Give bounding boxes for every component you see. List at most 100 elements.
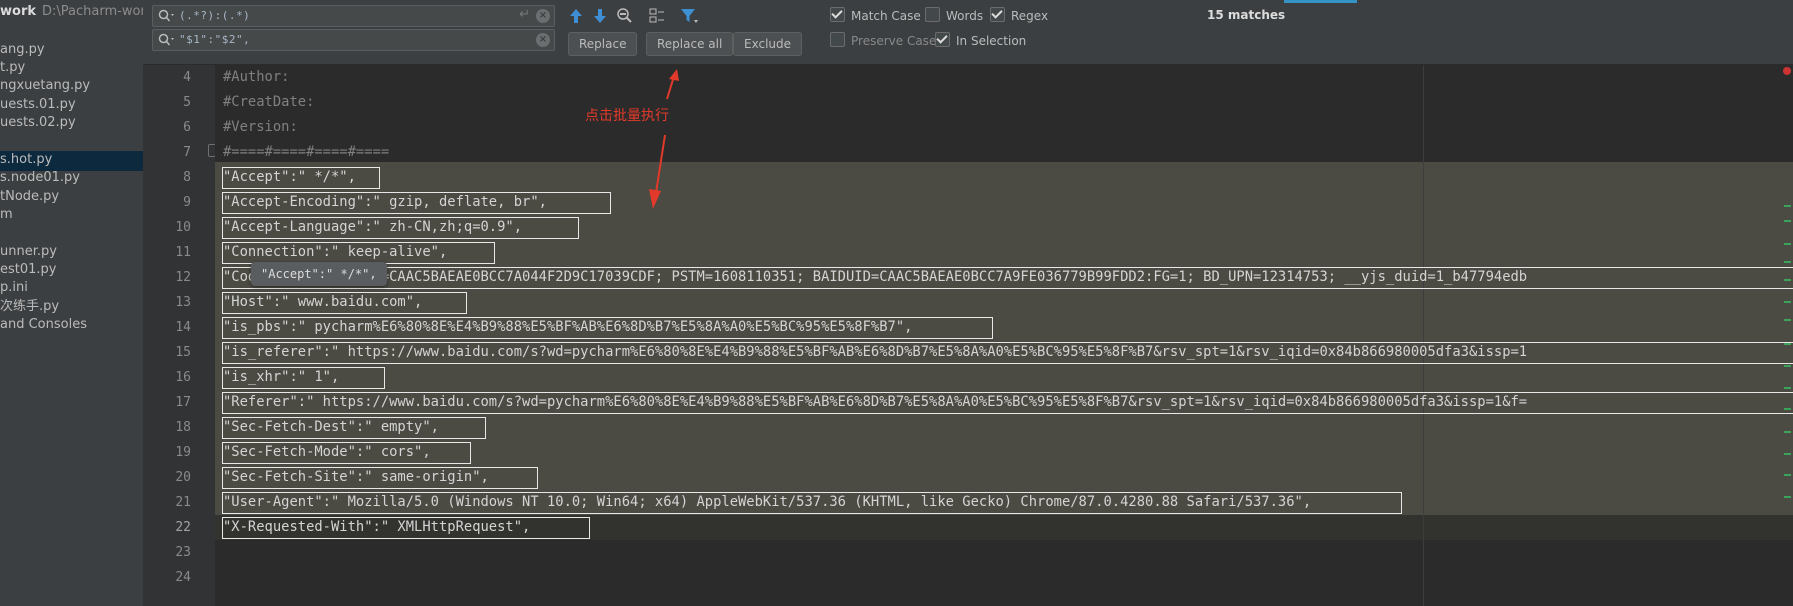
change-marker[interactable] <box>1784 431 1791 433</box>
code-line[interactable]: "Accept-Language":" zh-CN,zh;q=0.9", <box>223 215 522 240</box>
exclude-button[interactable]: Exclude <box>733 32 803 56</box>
code-editor[interactable]: #Author: #CreatDate: #Version: #====#===… <box>215 65 1793 606</box>
project-file[interactable]: unner.py <box>0 242 57 262</box>
code-line[interactable]: #Version: <box>223 115 298 140</box>
project-file[interactable]: t.py <box>0 58 25 78</box>
code-line[interactable]: "Sec-Fetch-Site":" same-origin", <box>223 465 489 490</box>
code-line[interactable]: #====#====#====#==== <box>223 140 389 165</box>
change-marker[interactable] <box>1784 496 1791 498</box>
code-line[interactable]: "Sec-Fetch-Mode":" cors", <box>223 440 431 465</box>
words-checkbox[interactable]: Words <box>925 7 983 25</box>
match-case-checkbox[interactable]: Match Case <box>830 7 921 25</box>
code-line[interactable]: "Referer":" https://www.baidu.com/s?wd=p… <box>223 390 1527 415</box>
project-file[interactable]: ngxuetang.py <box>0 76 90 96</box>
replace-options-icon[interactable] <box>158 33 176 47</box>
code-line[interactable]: "Accept":" */*", <box>223 165 356 190</box>
annotation-arrow-down-icon <box>649 134 666 209</box>
preserve-case-checkbox[interactable]: Preserve Case <box>830 32 936 50</box>
preserve-case-label: Preserve Case <box>851 34 937 48</box>
line-number: 16 <box>175 370 191 385</box>
line-number: 7 <box>183 145 191 160</box>
in-selection-checkbox[interactable]: In Selection <box>935 32 1026 50</box>
change-marker[interactable] <box>1784 343 1791 345</box>
clear-search-icon[interactable]: × <box>536 9 550 23</box>
replace-input[interactable]: "$1":"$2", <box>179 30 250 50</box>
change-marker[interactable] <box>1784 408 1791 410</box>
change-marker[interactable] <box>1784 474 1791 476</box>
code-line[interactable]: #Author: <box>223 65 289 90</box>
right-margin-guide <box>1423 65 1424 606</box>
line-number: 12 <box>175 270 191 285</box>
clear-replace-icon[interactable]: × <box>536 33 550 47</box>
previous-occurrence-icon[interactable] <box>566 6 586 26</box>
search-field[interactable]: (.*?):(.*) ↵ × <box>152 5 555 27</box>
project-panel: work D:\Pacharm-work ang.py t.py ngxuetan… <box>0 0 143 606</box>
next-occurrence-icon[interactable] <box>590 6 610 26</box>
error-stripe[interactable] <box>1783 65 1793 606</box>
code-line[interactable]: "is_pbs":" pycharm%E6%80%8E%E4%B9%88%E5%… <box>223 315 912 340</box>
in-selection-label: In Selection <box>956 34 1027 48</box>
project-file[interactable]: ang.py <box>0 40 45 60</box>
line-number: 18 <box>175 420 191 435</box>
search-options-icon[interactable] <box>158 9 176 23</box>
change-marker[interactable] <box>1784 453 1791 455</box>
line-number: 23 <box>175 545 191 560</box>
line-number: 8 <box>183 170 191 185</box>
code-line[interactable]: "Cookie":" BIDUPSID=CAAC5BAEAE0BCC7A044F… <box>223 265 1527 290</box>
change-marker[interactable] <box>1784 220 1791 222</box>
checkbox-unchecked-icon <box>925 7 940 22</box>
line-number-gutter[interactable]: 4 5 6 7 8 9 10 11 12 13 14 15 16 17 18 1… <box>143 65 219 606</box>
change-marker[interactable] <box>1784 365 1791 367</box>
line-number: 14 <box>175 320 191 335</box>
line-number: 9 <box>183 195 191 210</box>
code-line[interactable]: "is_referer":" https://www.baidu.com/s?w… <box>223 340 1527 365</box>
line-number: 15 <box>175 345 191 360</box>
code-line[interactable]: "User-Agent":" Mozilla/5.0 (Windows NT 1… <box>223 490 1311 515</box>
active-tab-indicator <box>1284 0 1357 3</box>
error-indicator-icon[interactable] <box>1783 67 1791 75</box>
project-file[interactable]: s.hot.py <box>0 150 52 170</box>
replace-field[interactable]: "$1":"$2", × <box>152 29 555 51</box>
checkbox-checked-icon <box>935 32 950 47</box>
regex-checkbox[interactable]: Regex <box>990 7 1048 25</box>
code-line[interactable]: "Host":" www.baidu.com", <box>223 290 422 315</box>
change-marker[interactable] <box>1784 205 1791 207</box>
words-label: Words <box>946 9 984 23</box>
annotation-arrow-up-icon <box>666 69 679 100</box>
code-line[interactable]: "Sec-Fetch-Dest":" empty", <box>223 415 439 440</box>
project-file[interactable]: s.node01.py <box>0 168 80 188</box>
project-file[interactable]: m <box>0 205 13 225</box>
project-file[interactable]: 次练手.py <box>0 297 59 317</box>
find-replace-bar: (.*?):(.*) ↵ × "$1":"$2", × Replace Repl… <box>143 0 1793 65</box>
replace-button[interactable]: Replace <box>568 32 638 56</box>
newline-icon[interactable]: ↵ <box>519 7 530 22</box>
change-marker[interactable] <box>1784 319 1791 321</box>
change-marker[interactable] <box>1784 261 1791 263</box>
project-file[interactable]: tNode.py <box>0 187 59 207</box>
select-all-occurrences-icon[interactable] <box>647 6 667 26</box>
change-marker[interactable] <box>1784 279 1791 281</box>
project-file[interactable]: est01.py <box>0 260 57 280</box>
filter-icon[interactable] <box>679 6 699 26</box>
scratches-and-consoles[interactable]: and Consoles <box>0 315 87 335</box>
code-line-current[interactable]: "X-Requested-With":" XMLHttpRequest", <box>223 515 530 540</box>
project-file[interactable]: uests.01.py <box>0 95 76 115</box>
project-file[interactable]: uests.02.py <box>0 113 76 133</box>
change-marker[interactable] <box>1784 301 1791 303</box>
code-line[interactable]: #CreatDate: <box>223 90 314 115</box>
checkbox-checked-icon <box>830 7 845 22</box>
project-root[interactable]: work D:\Pacharm-work <box>0 4 143 19</box>
match-case-label: Match Case <box>851 9 921 23</box>
code-line[interactable]: "Accept-Encoding":" gzip, deflate, br", <box>223 190 547 215</box>
line-number: 6 <box>183 120 191 135</box>
search-input[interactable]: (.*?):(.*) <box>179 6 250 26</box>
checkbox-checked-icon <box>990 7 1005 22</box>
change-marker[interactable] <box>1784 243 1791 245</box>
project-file[interactable]: p.ini <box>0 278 28 298</box>
change-marker[interactable] <box>1784 387 1791 389</box>
code-line[interactable]: "is_xhr":" 1", <box>223 365 339 390</box>
annotation-text: 点击批量执行 <box>585 108 669 124</box>
replace-all-button[interactable]: Replace all <box>646 32 734 56</box>
find-all-icon[interactable] <box>615 6 635 26</box>
regex-label: Regex <box>1011 9 1049 23</box>
